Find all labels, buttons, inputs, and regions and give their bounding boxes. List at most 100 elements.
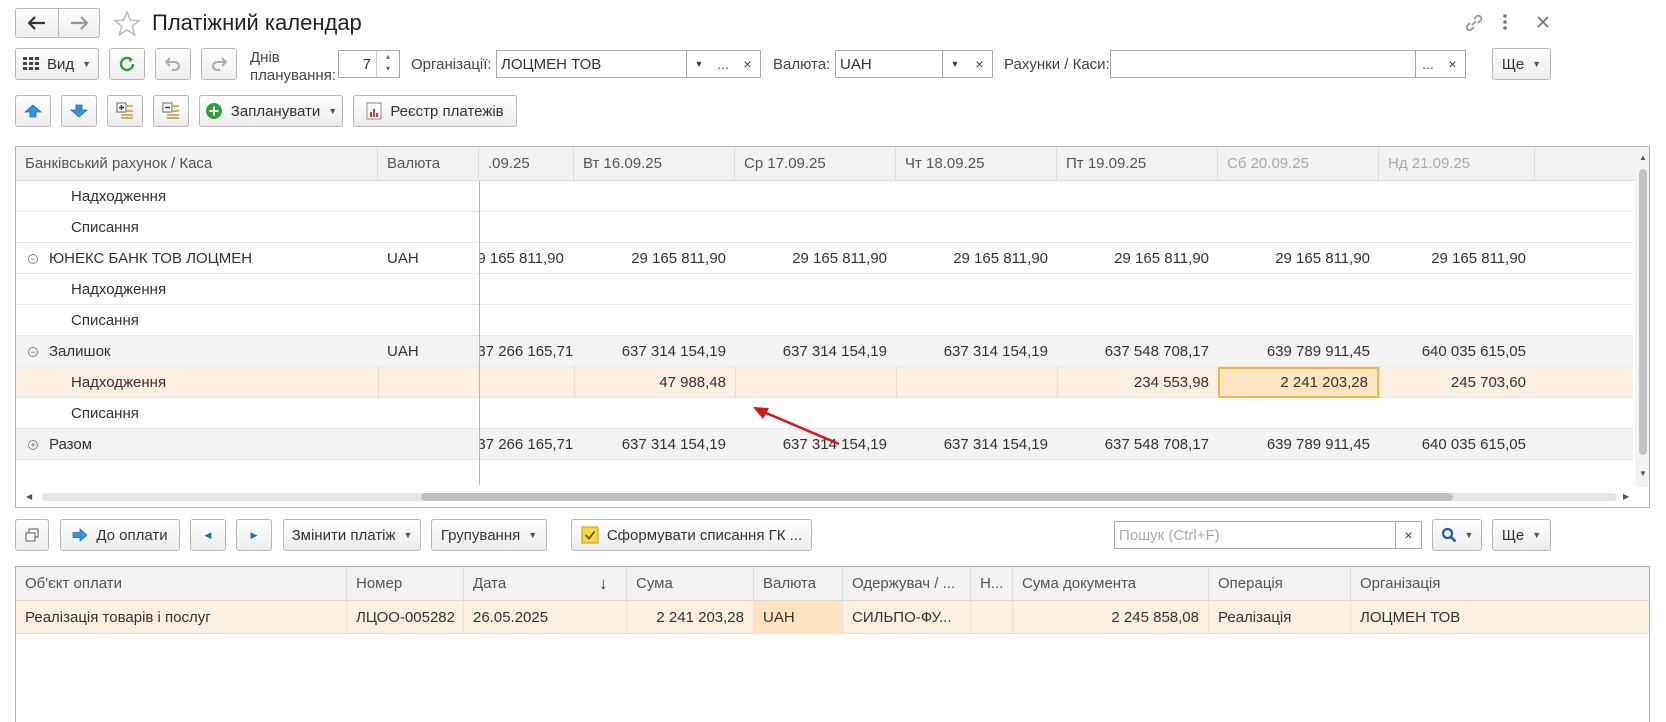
grid-value-cell[interactable]: 640 035 615,05: [1379, 336, 1535, 367]
grid-column-header-2[interactable]: .09.25: [479, 147, 574, 181]
grid-value-cell[interactable]: 637 314 154,19: [896, 429, 1057, 460]
grid-value-cell[interactable]: 29 165 811,90: [574, 243, 735, 274]
grid-value-cell[interactable]: [735, 367, 896, 398]
table-column-header-8[interactable]: Операція: [1209, 567, 1351, 601]
close-icon[interactable]: [1536, 15, 1550, 29]
more-button-bottom[interactable]: Ще ▼: [1492, 519, 1551, 551]
detach-window-button[interactable]: [15, 519, 49, 551]
search-input[interactable]: Пошук (Ctrl+F): [1114, 521, 1396, 549]
table-cell[interactable]: 2 241 203,28: [627, 601, 754, 634]
registry-button[interactable]: Реєстр платежів: [353, 95, 517, 127]
currency-input[interactable]: UAH: [835, 50, 943, 78]
table-cell[interactable]: ЛЦОО-005282: [347, 601, 464, 634]
table-cell[interactable]: UAH: [754, 601, 843, 634]
table-column-header-1[interactable]: Номер: [347, 567, 464, 601]
table-column-header-4[interactable]: Валюта: [754, 567, 843, 601]
grid-value-cell[interactable]: [1218, 274, 1379, 305]
grid-value-cell[interactable]: 29 165 811,90: [479, 243, 574, 274]
grid-value-cell[interactable]: 234 553,98: [1057, 367, 1218, 398]
grid-value-cell[interactable]: 29 165 811,90: [1379, 243, 1535, 274]
to-pay-button[interactable]: До оплати: [60, 519, 180, 551]
grid-value-cell[interactable]: [574, 305, 735, 336]
table-cell[interactable]: ЛОЦМЕН ТОВ: [1351, 601, 1649, 634]
table-cell[interactable]: 2 245 858,08: [1013, 601, 1209, 634]
accounts-input[interactable]: [1110, 50, 1416, 78]
grid-row[interactable]: Списання: [16, 212, 1633, 243]
grid-value-cell[interactable]: [574, 181, 735, 212]
sort-descending-icon[interactable]: ↓: [599, 574, 608, 594]
grid-column-header-8[interactable]: Нд 21.09.25: [1379, 147, 1535, 181]
plan-button[interactable]: Запланувати ▼: [199, 95, 343, 127]
horizontal-scroll-thumb[interactable]: [421, 493, 1453, 501]
scroll-left-arrow[interactable]: ◀: [26, 492, 32, 501]
grid-value-cell[interactable]: [1218, 212, 1379, 243]
grid-value-cell[interactable]: [896, 181, 1057, 212]
collapse-all-button[interactable]: [153, 95, 189, 127]
org-input[interactable]: ЛОЦМЕН ТОВ: [496, 50, 687, 78]
grid-row[interactable]: Надходження: [16, 181, 1633, 212]
grid-column-header-1[interactable]: Валюта: [378, 147, 479, 181]
undo-button[interactable]: [155, 48, 191, 80]
grid-value-cell[interactable]: [574, 212, 735, 243]
grid-value-cell[interactable]: [896, 305, 1057, 336]
grid-value-cell[interactable]: 639 789 911,45: [1218, 429, 1379, 460]
table-column-header-9[interactable]: Організація: [1351, 567, 1649, 601]
link-icon[interactable]: [1463, 12, 1485, 34]
grid-row[interactable]: Надходження: [16, 274, 1633, 305]
collapse-toggle-icon[interactable]: −: [28, 254, 38, 264]
grid-value-cell[interactable]: [1379, 181, 1535, 212]
grid-value-cell[interactable]: [1379, 212, 1535, 243]
grid-value-cell[interactable]: 245 703,60: [1379, 367, 1535, 398]
grid-value-cell[interactable]: 637 314 154,19: [896, 336, 1057, 367]
grid-value-cell[interactable]: [896, 367, 1057, 398]
grid-value-cell[interactable]: 637 266 165,71: [479, 336, 574, 367]
grid-value-cell[interactable]: 637 548 708,17: [1057, 429, 1218, 460]
grid-row[interactable]: −ЮНЕКС БАНК ТОВ ЛОЦМЕНUAH29 165 811,9029…: [16, 243, 1633, 274]
grid-value-cell-selected[interactable]: 2 241 203,28: [1218, 367, 1379, 398]
move-down-button[interactable]: [61, 95, 97, 127]
org-select-button[interactable]: ...: [711, 50, 736, 78]
table-cell[interactable]: [971, 601, 1013, 634]
table-column-header-6[interactable]: Н...: [971, 567, 1013, 601]
form-writeoff-button[interactable]: Сформувати списання ГК ...: [571, 519, 812, 551]
prev-button[interactable]: ◀: [190, 519, 226, 551]
grid-value-cell[interactable]: [574, 398, 735, 429]
next-button[interactable]: ▶: [236, 519, 272, 551]
grid-value-cell[interactable]: [479, 212, 574, 243]
table-column-header-7[interactable]: Сума документа: [1013, 567, 1209, 601]
grid-value-cell[interactable]: 637 548 708,17: [1057, 336, 1218, 367]
more-button-top[interactable]: Ще ▼: [1492, 48, 1551, 80]
grid-value-cell[interactable]: [896, 212, 1057, 243]
more-vertical-icon[interactable]: [1502, 13, 1508, 31]
table-column-header-3[interactable]: Сума: [627, 567, 754, 601]
grid-row[interactable]: − Залишок UAH 637 266 165,71 637 314 154,19 6…: [16, 336, 1633, 367]
grid-column-header-5[interactable]: Чт 18.09.25: [896, 147, 1057, 181]
calendar-grid[interactable]: Банківський рахунок / Каса Валюта .09.25 Вт…: [15, 146, 1650, 508]
vertical-scroll-thumb[interactable]: [1639, 169, 1647, 455]
grid-value-cell[interactable]: [1379, 305, 1535, 336]
grid-column-header-7[interactable]: Сб 20.09.25: [1218, 147, 1379, 181]
grid-value-cell[interactable]: [574, 274, 735, 305]
accounts-select-button[interactable]: ...: [1416, 50, 1441, 78]
search-button[interactable]: ▼: [1432, 519, 1482, 551]
grid-value-cell[interactable]: 637 266 165,71: [479, 429, 574, 460]
grid-value-cell[interactable]: 47 988,48: [574, 367, 735, 398]
accounts-clear-button[interactable]: ×: [1440, 50, 1466, 78]
scroll-up-arrow[interactable]: ▲: [1639, 153, 1647, 162]
org-clear-button[interactable]: ×: [735, 50, 761, 78]
expand-toggle-icon[interactable]: +: [28, 440, 38, 450]
grid-value-cell[interactable]: [1057, 398, 1218, 429]
grid-value-cell[interactable]: [896, 274, 1057, 305]
days-stepper[interactable]: ▴ ▾: [376, 51, 399, 77]
expand-all-button[interactable]: [107, 95, 143, 127]
grid-value-cell[interactable]: [479, 398, 574, 429]
grid-column-header-6[interactable]: Пт 19.09.25: [1057, 147, 1218, 181]
redo-button[interactable]: [201, 48, 237, 80]
table-cell[interactable]: СИЛЬПО-ФУ...: [843, 601, 971, 634]
grid-value-cell[interactable]: 29 165 811,90: [735, 243, 896, 274]
grid-value-cell[interactable]: [1057, 274, 1218, 305]
grid-value-cell[interactable]: 637 314 154,19: [574, 336, 735, 367]
grid-value-cell[interactable]: [1218, 305, 1379, 336]
org-dropdown-button[interactable]: ▼: [687, 50, 712, 78]
payments-table[interactable]: Об'єкт оплати Номер Дата Сума Валюта Одержува…: [15, 566, 1650, 722]
